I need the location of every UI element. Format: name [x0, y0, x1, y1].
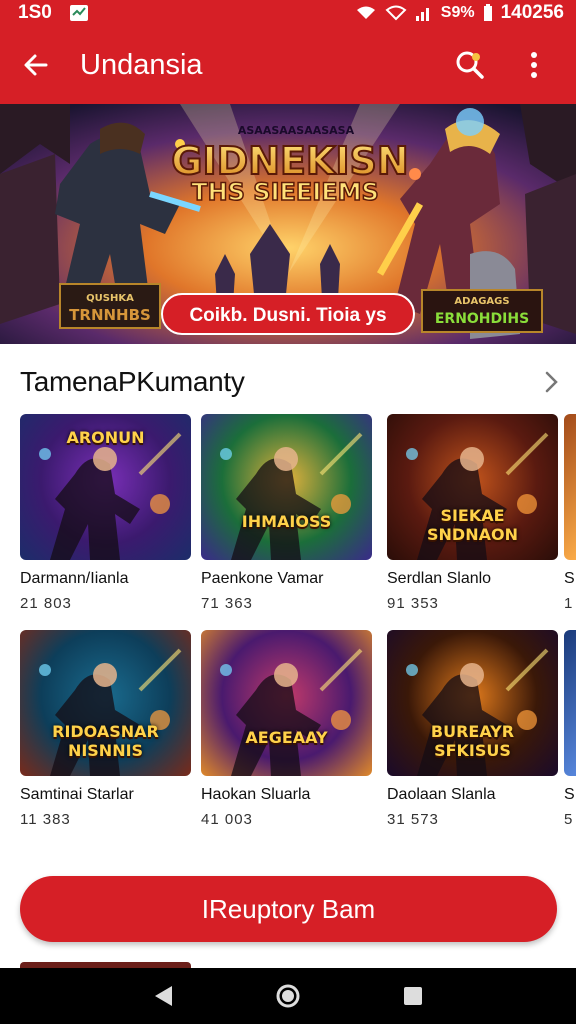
- system-nav-bar: [0, 968, 576, 1024]
- game-name: Samtinai Starlar: [20, 786, 134, 803]
- arrow-left-icon: [24, 54, 48, 76]
- game-name: Daolaan Slanla: [387, 786, 496, 803]
- banner-headline-small: ASAASAASAASASA: [238, 124, 355, 137]
- game-card[interactable]: AEGEAAY Haokan Sluarla 41 003: [201, 630, 372, 828]
- app-title: Undansia: [80, 48, 203, 81]
- square-recents-icon: [404, 987, 423, 1005]
- game-name: Serdlan Slanlo: [387, 570, 492, 587]
- game-meta: 31 573: [387, 811, 439, 828]
- nav-home-button[interactable]: [268, 976, 308, 1016]
- status-clock: 140256: [500, 2, 564, 23]
- status-bar: 1S0 S9% 140256: [0, 0, 576, 26]
- battery-percent: S9%: [440, 4, 475, 21]
- banner-left-badge-2: TRNNHBS: [69, 306, 151, 324]
- banner-pill-text: Coikb. Dusni. Tioia ys: [189, 305, 386, 326]
- game-card-peek[interactable]: S 5: [564, 630, 576, 828]
- game-meta-peek: 1: [564, 595, 574, 612]
- game-card[interactable]: IHMAIOSS Paenkone Vamar 71 363: [201, 414, 372, 612]
- game-thumbnail-title: AEGEAAY: [245, 728, 328, 747]
- banner-headline-2: THS SIEEIEMS: [191, 178, 379, 206]
- game-meta-peek: 5: [564, 811, 574, 828]
- game-card[interactable]: ARONUN Darmann/Iianla 21 803: [20, 414, 191, 612]
- game-name-peek: S: [564, 786, 575, 803]
- battery-icon: [483, 4, 492, 21]
- game-thumbnail: RIDOASNAR NISNNIS: [20, 630, 191, 776]
- game-meta: 71 363: [201, 595, 253, 612]
- signal-icon: [415, 8, 429, 21]
- game-card-peek[interactable]: S 1: [564, 414, 576, 612]
- nav-recents-button[interactable]: [393, 976, 433, 1016]
- game-card[interactable]: BUREAYR SFKISUS Daolaan Slanla 31 573: [387, 630, 558, 828]
- game-thumb-peek: [564, 414, 576, 560]
- hero-banner-art: ASAASAASAASASA GIDNEKISN THS SIEEIEMS Co…: [0, 104, 576, 344]
- game-name-peek: S: [564, 570, 575, 587]
- section-header[interactable]: TamenaPKumanty: [20, 360, 560, 404]
- game-thumbnail: IHMAIOSS: [201, 414, 372, 560]
- circle-home-icon: [276, 984, 300, 1008]
- notification-icon: [69, 5, 88, 21]
- game-thumbnail-title: RIDOASNAR NISNNIS: [52, 722, 159, 760]
- nav-back-button[interactable]: [143, 976, 183, 1016]
- more-menu-button[interactable]: [512, 43, 556, 87]
- game-thumbnail-title: IHMAIOSS: [241, 512, 332, 531]
- hero-banner[interactable]: ASAASAASAASASA GIDNEKISN THS SIEEIEMS Co…: [0, 104, 576, 344]
- primary-cta-button[interactable]: IReuptory Bam: [20, 876, 557, 942]
- game-name: Darmann/Iianla: [20, 570, 129, 587]
- game-meta: 41 003: [201, 811, 253, 828]
- game-meta: 91 353: [387, 595, 439, 612]
- back-button[interactable]: [14, 43, 58, 87]
- more-vertical-icon: [531, 52, 537, 78]
- banner-headline-1: GIDNEKISN: [171, 139, 408, 183]
- status-time-left: 1S0: [18, 2, 52, 23]
- section-title: TamenaPKumanty: [20, 366, 245, 397]
- banner-right-badge-1: ADAGAGS: [454, 296, 509, 307]
- game-thumbnail-title: BUREAYR SFKISUS: [430, 722, 515, 760]
- game-thumb-peek: [564, 630, 576, 776]
- game-thumbnail: ARONUN: [20, 414, 191, 560]
- game-thumbnail-title: SIEKAE SNDNAON: [427, 506, 518, 544]
- game-thumbnail: SIEKAE SNDNAON: [387, 414, 558, 560]
- game-name: Haokan Sluarla: [201, 786, 311, 803]
- game-thumbnail: BUREAYR SFKISUS: [387, 630, 558, 776]
- game-name: Paenkone Vamar: [201, 570, 324, 587]
- banner-left-badge-1: QUSHKA: [86, 293, 134, 304]
- wifi-alt-icon: [385, 5, 407, 21]
- cta-label: IReuptory Bam: [201, 893, 376, 924]
- banner-right-badge-2: ERNOHDIHS: [435, 311, 529, 327]
- game-thumbnail: AEGEAAY: [201, 630, 372, 776]
- game-meta: 21 803: [20, 595, 72, 612]
- game-thumbnail-title: ARONUN: [66, 428, 145, 447]
- game-meta: 11 383: [20, 811, 71, 828]
- chevron-right-icon[interactable]: [544, 370, 560, 394]
- search-gear-icon: [456, 51, 484, 79]
- game-card[interactable]: RIDOASNAR NISNNIS Samtinai Starlar 11 383: [20, 630, 191, 828]
- wifi-icon: [356, 6, 375, 19]
- triangle-back-icon: [154, 986, 172, 1006]
- game-card[interactable]: SIEKAE SNDNAON Serdlan Slanlo 91 353: [387, 414, 558, 612]
- search-button[interactable]: [448, 43, 492, 87]
- app-bar: Undansia: [0, 26, 576, 104]
